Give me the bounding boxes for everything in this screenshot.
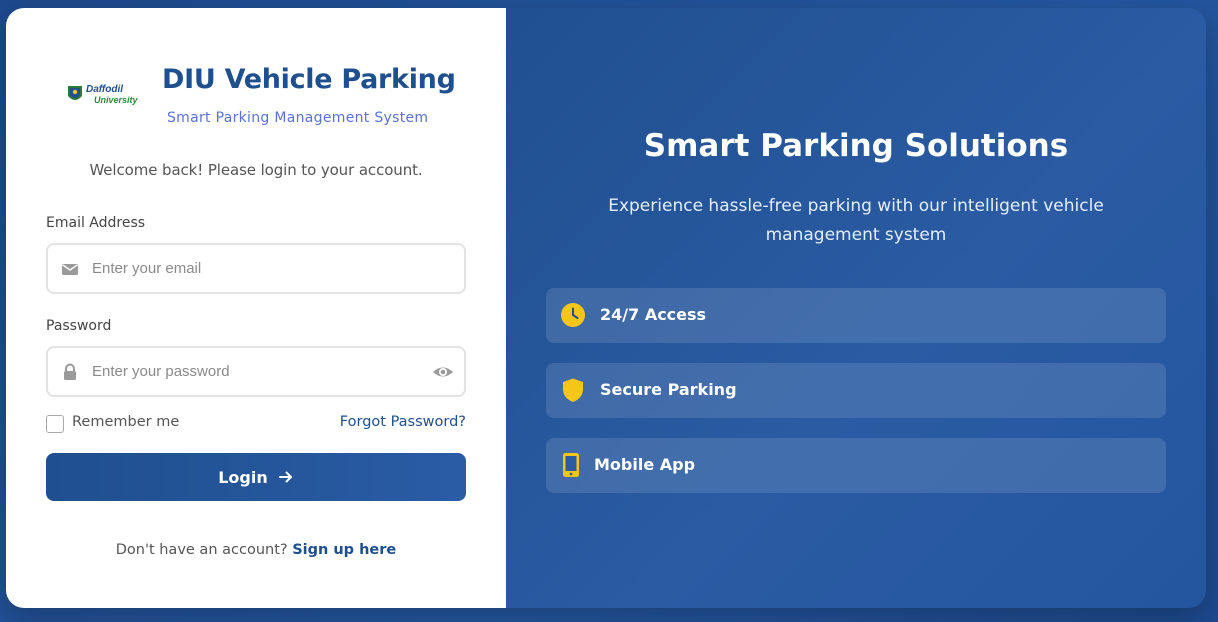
university-logo: Daffodil University [68,84,139,105]
login-button[interactable]: Login [46,453,466,501]
login-button-label: Login [218,467,268,487]
brand-header: Daffodil University DIU Vehicle Parking … [66,64,456,134]
password-label: Password [46,318,112,334]
forgot-password-link[interactable]: Forgot Password? [340,414,466,430]
eye-icon[interactable] [432,362,454,382]
feature-card-access: 24/7 Access [546,288,1166,343]
feature-label: 24/7 Access [600,305,707,324]
feature-card-mobile: Mobile App [546,438,1166,493]
signup-row: Don't have an account? Sign up here [6,542,506,558]
signup-link[interactable]: Sign up here [292,542,396,558]
email-label: Email Address [46,215,146,231]
hero-title: Smart Parking Solutions [643,128,1069,164]
password-input[interactable] [92,348,422,395]
signup-prompt: Don't have an account? [115,542,288,558]
hero-panel: Smart Parking Solutions Experience hassl… [506,8,1206,608]
arrow-right-icon [278,471,292,483]
feature-label: Mobile App [594,455,696,474]
lock-icon [64,363,76,380]
password-field-wrapper [46,346,466,397]
login-panel: Daffodil University DIU Vehicle Parking … [6,8,506,608]
envelope-icon [62,264,78,275]
hero-description: Experience hassle-free parking with our … [608,196,1104,245]
email-field-wrapper [46,243,466,294]
feature-label: Secure Parking [600,380,737,399]
clock-icon [561,303,585,327]
mobile-icon [563,453,579,477]
shield-icon [563,378,583,402]
logo-text: Daffodil [86,84,123,95]
welcome-message: Welcome back! Please login to your accou… [89,161,423,179]
feature-card-secure: Secure Parking [546,363,1166,418]
page-subtitle: Smart Parking Management System [167,110,429,126]
remember-checkbox[interactable] [46,415,64,433]
remember-row: Remember me Forgot Password? [46,412,466,434]
logo-subtext: University [94,95,139,105]
login-card: Daffodil University DIU Vehicle Parking … [6,8,1206,608]
page-title: DIU Vehicle Parking [162,64,456,95]
email-input[interactable] [92,245,422,292]
remember-label[interactable]: Remember me [72,414,179,430]
